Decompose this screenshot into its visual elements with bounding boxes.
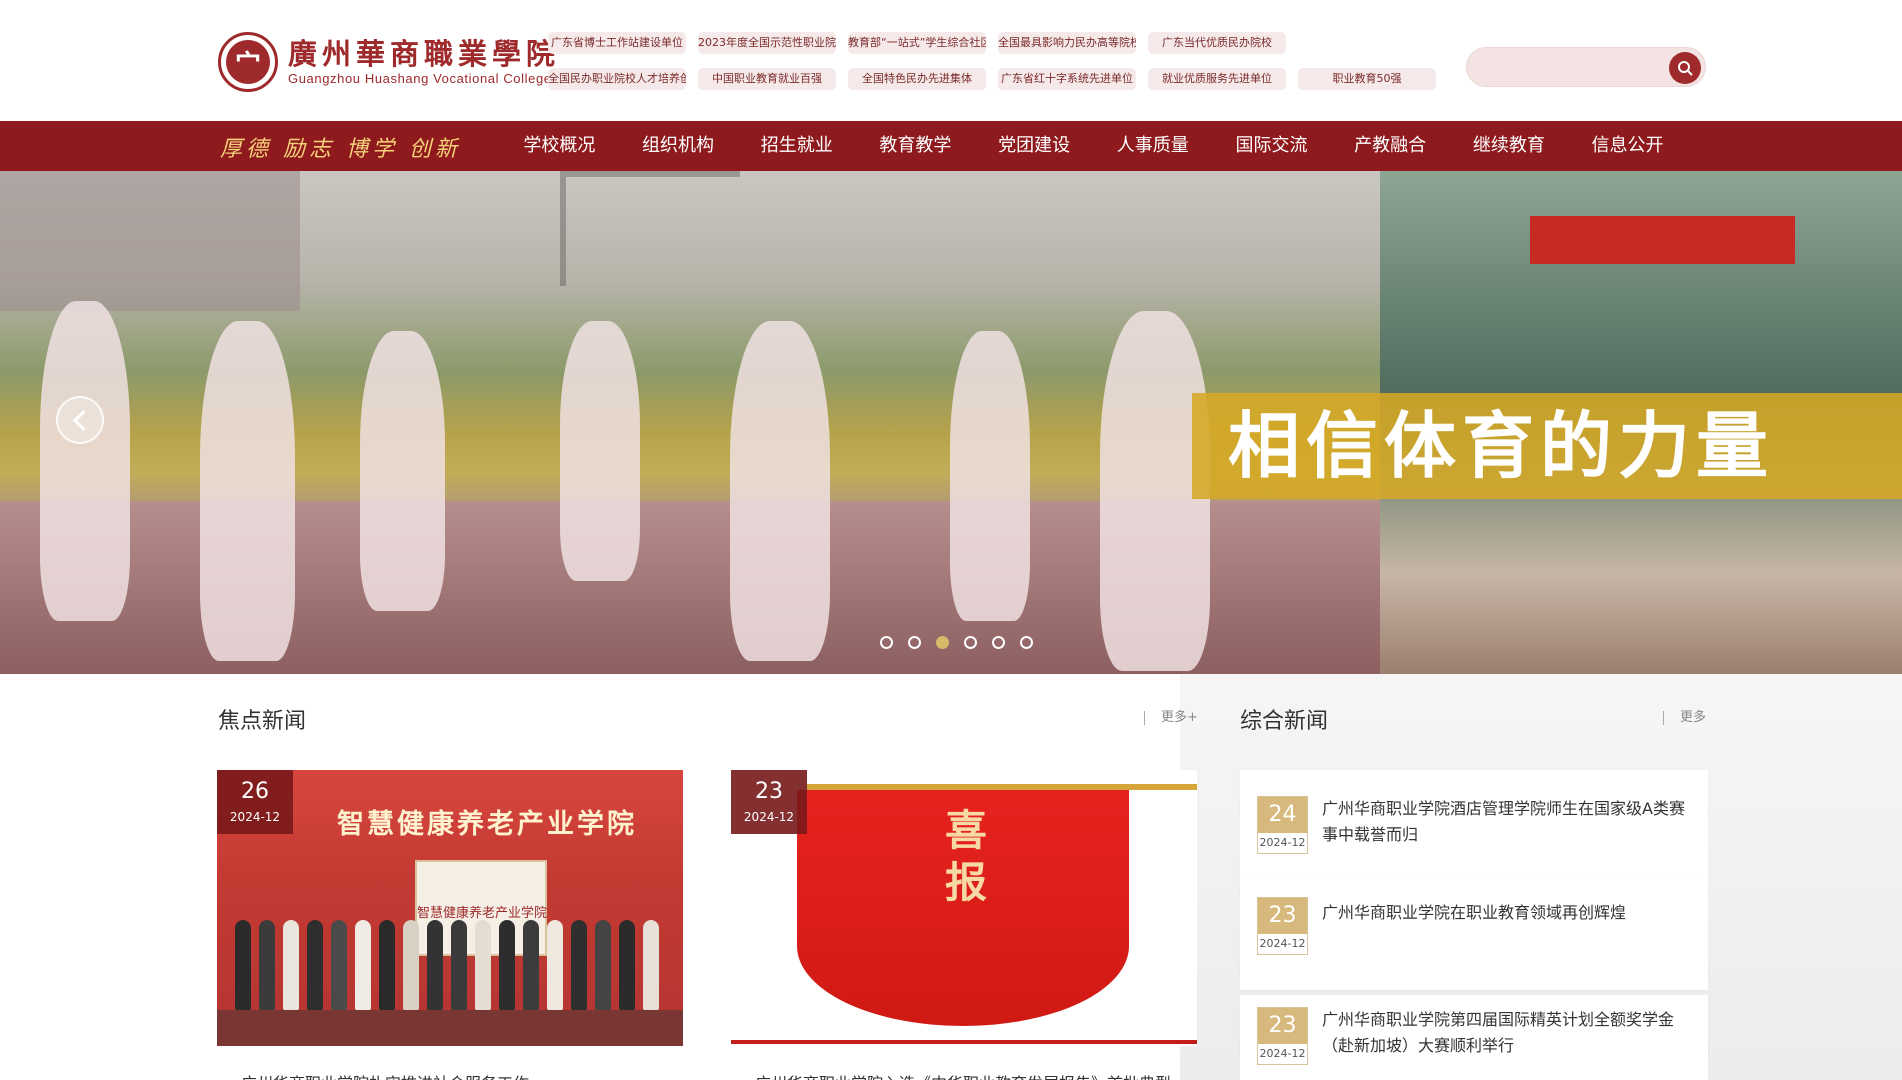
image-plaque-text: 智慧健康养老产业学院: [417, 906, 548, 921]
news-date-badge: 24 2024-12: [1257, 796, 1308, 854]
honor-badge[interactable]: 全国民办职业院校人才培养创新奖: [548, 68, 686, 90]
news-date-badge: 23 2024-12: [731, 770, 807, 834]
image-floor: [217, 1010, 683, 1046]
banner-dancer: [950, 331, 1030, 621]
nav-item-teaching[interactable]: 教育教学: [856, 121, 975, 171]
banner-dancer: [730, 321, 830, 661]
news-date-badge: 23 2024-12: [1257, 1007, 1308, 1065]
logo-name-en: Guangzhou Huashang Vocational College: [288, 71, 552, 86]
banner-pagination: [880, 636, 1048, 649]
search-button[interactable]: [1669, 52, 1701, 84]
search-input[interactable]: [1483, 56, 1653, 80]
focus-news-card[interactable]: 智慧健康养老产业学院 智慧健康养老产业学院 26 2024-12: [217, 770, 683, 1080]
general-news-more-link[interactable]: 更多: [1663, 711, 1706, 725]
site-header: 宀 廣州華商職業學院 Guangzhou Huashang Vocational…: [0, 0, 1902, 121]
news-day: 23: [1258, 898, 1307, 934]
search-icon: [1678, 61, 1693, 76]
banner-dot[interactable]: [908, 636, 921, 649]
banner-dot[interactable]: [992, 636, 1005, 649]
nav-item-continuing-edu[interactable]: 继续教育: [1450, 121, 1569, 171]
news-day: 23: [1258, 1008, 1307, 1044]
image-hall-title: 智慧健康养老产业学院: [337, 809, 637, 840]
honor-badge[interactable]: 广东当代优质民办院校: [1148, 32, 1286, 54]
banner-slogan-box: 相信体育的力量: [1192, 393, 1902, 499]
nav-menu: 学校概况 组织机构 招生就业 教育教学 党团建设 人事质量 国际交流 产教融合 …: [500, 121, 1687, 171]
banner-dancer: [40, 301, 130, 621]
news-title[interactable]: 广州华商职业学院第四届国际精英计划全额奖学金（赴新加坡）大赛顺利举行: [1322, 1007, 1692, 1059]
news-day: 23: [755, 779, 783, 804]
list-item[interactable]: 23 2024-12 广州华商职业学院在职业教育领域再创辉煌: [1240, 880, 1708, 990]
focus-news-more-link[interactable]: 更多+: [1144, 711, 1198, 725]
banner-dot[interactable]: [880, 636, 893, 649]
honor-badge[interactable]: 职业教育50强: [1298, 68, 1436, 90]
nav-item-personnel[interactable]: 人事质量: [1093, 121, 1212, 171]
news-year-month: 2024-12: [743, 810, 795, 824]
main-nav: 厚德 励志 博学 创新 学校概况 组织机构 招生就业 教育教学 党团建设 人事质…: [0, 121, 1902, 171]
banner-building: [0, 171, 300, 311]
hero-banner[interactable]: 相信体育的力量: [0, 171, 1902, 674]
news-year-month: 2024-12: [1259, 1047, 1306, 1060]
banner-dot[interactable]: [964, 636, 977, 649]
logo-text: 廣州華商職業學院 Guangzhou Huashang Vocational C…: [288, 37, 560, 87]
honor-badge[interactable]: 教育部“一站式”学生综合社区试点单位: [848, 32, 986, 54]
banner-dancer: [200, 321, 295, 661]
list-item[interactable]: 24 2024-12 广州华商职业学院酒店管理学院师生在国家级A类赛事中载誉而归: [1240, 770, 1708, 880]
nav-item-organization[interactable]: 组织机构: [619, 121, 738, 171]
banner-national-flag: [1530, 216, 1795, 264]
general-news-title: 综合新闻: [1240, 709, 1329, 734]
honor-badge[interactable]: 广东省红十字系统先进单位: [998, 68, 1136, 90]
nav-item-international[interactable]: 国际交流: [1212, 121, 1331, 171]
news-day: 24: [1258, 797, 1307, 833]
image-underline: [731, 1040, 1197, 1044]
school-motto: 厚德 励志 博学 创新: [220, 137, 461, 162]
banner-crane: [560, 171, 740, 286]
honor-badge[interactable]: 2023年度全国示范性职业院校: [698, 32, 836, 54]
badge-spacer: [1298, 32, 1436, 54]
banner-dancer: [560, 321, 640, 581]
honor-badge[interactable]: 全国最具影响力民办高等院校: [998, 32, 1136, 54]
news-year-month: 2024-12: [229, 810, 281, 824]
news-year-month: 2024-12: [1259, 937, 1306, 950]
news-title[interactable]: 广州华商职业学院在职业教育领域再创辉煌: [1322, 900, 1692, 926]
college-logo[interactable]: 宀 廣州華商職業學院 Guangzhou Huashang Vocational…: [218, 30, 555, 94]
honor-badges: 广东省博士工作站建设单位 2023年度全国示范性职业院校 教育部“一站式”学生综…: [548, 32, 1438, 90]
banner-slogan: 相信体育的力量: [1228, 403, 1775, 488]
news-date-badge: 26 2024-12: [217, 770, 293, 834]
list-item[interactable]: 23 2024-12 广州华商职业学院第四届国际精英计划全额奖学金（赴新加坡）大…: [1240, 995, 1708, 1080]
news-year-month: 2024-12: [1259, 836, 1306, 849]
logo-name-cn: 廣州華商職業學院: [288, 37, 561, 71]
honor-badge[interactable]: 中国职业教育就业百强: [698, 68, 836, 90]
image-good-news-text: 喜报: [944, 806, 987, 907]
nav-item-party[interactable]: 党团建设: [975, 121, 1094, 171]
search-box: [1466, 47, 1706, 87]
news-day: 26: [241, 779, 269, 804]
banner-dot-active[interactable]: [936, 636, 949, 649]
banner-dancer: [360, 331, 445, 611]
honor-badge[interactable]: 广东省博士工作站建设单位: [548, 32, 686, 54]
news-title[interactable]: 广州华商职业学院酒店管理学院师生在国家级A类赛事中载誉而归: [1322, 796, 1692, 848]
nav-item-disclosure[interactable]: 信息公开: [1568, 121, 1687, 171]
banner-prev-button[interactable]: [56, 396, 104, 444]
logo-seal-glyph: 宀: [226, 40, 270, 84]
focus-news-caption[interactable]: 广州华商职业学院扎实推进社会服务工作: [241, 1070, 681, 1080]
image-people-group: [227, 920, 673, 1010]
focus-news-card[interactable]: 喜报 23 2024-12 广州华商职业学院入选《中华职业教育发展报告》首批典型: [731, 770, 1197, 1080]
focus-news-title: 焦点新闻: [218, 709, 307, 734]
honor-badge[interactable]: 就业优质服务先进单位: [1148, 68, 1286, 90]
nav-item-overview[interactable]: 学校概况: [500, 121, 619, 171]
news-date-badge: 23 2024-12: [1257, 897, 1308, 955]
logo-seal-icon: 宀: [218, 32, 278, 92]
banner-dot[interactable]: [1020, 636, 1033, 649]
focus-news-caption[interactable]: 广州华商职业学院入选《中华职业教育发展报告》首批典型: [755, 1070, 1195, 1080]
nav-item-industry[interactable]: 产教融合: [1331, 121, 1450, 171]
nav-item-admissions[interactable]: 招生就业: [737, 121, 856, 171]
honor-badge[interactable]: 全国特色民办先进集体: [848, 68, 986, 90]
